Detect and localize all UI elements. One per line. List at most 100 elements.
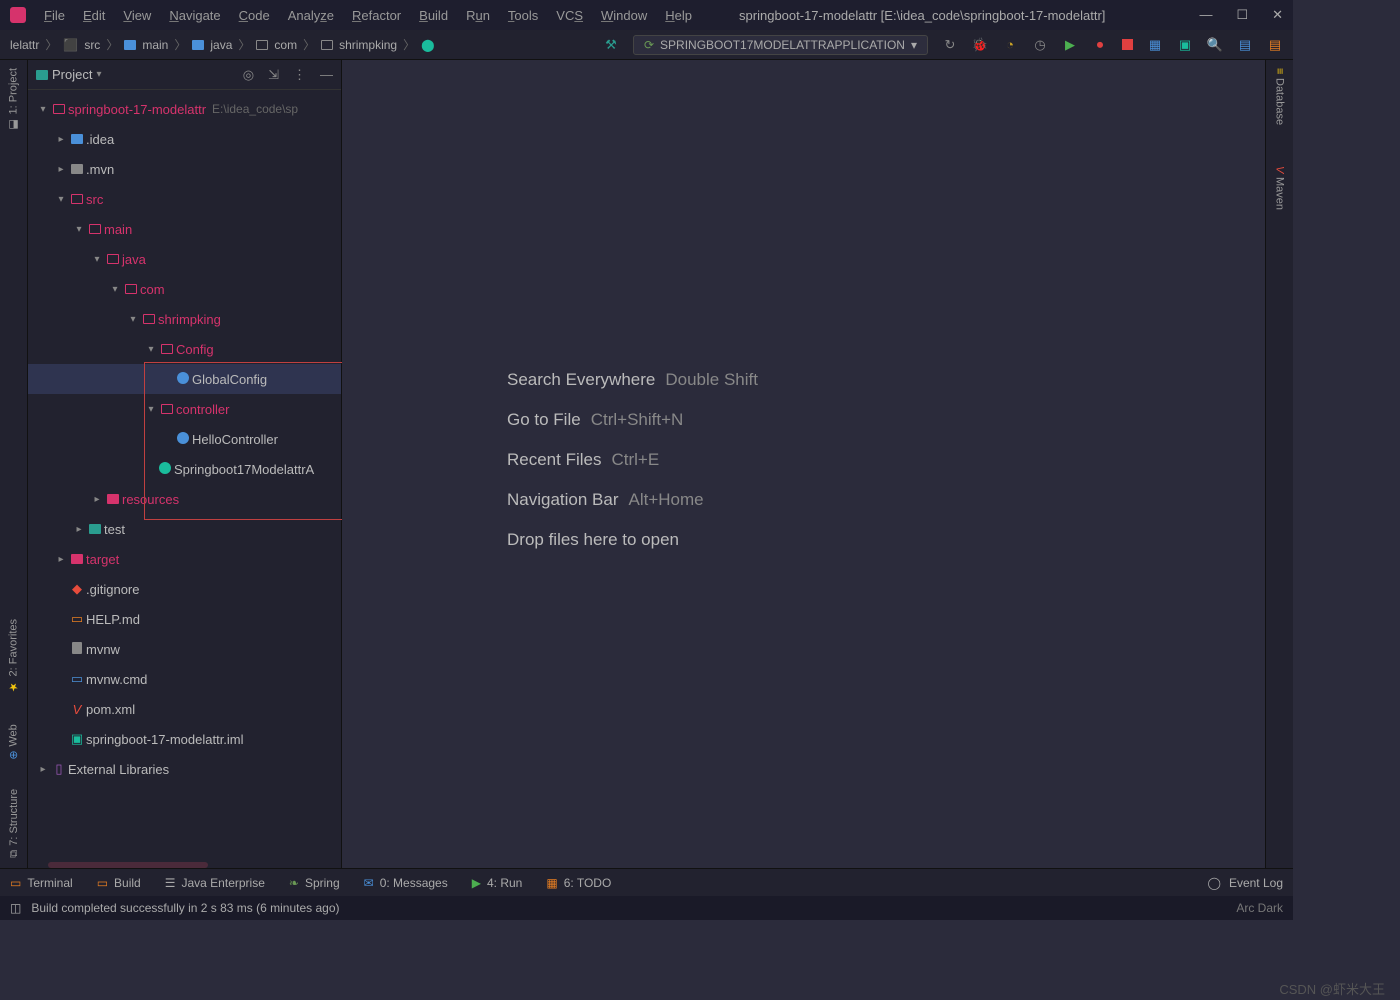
project-sidebar: Project ▾ ◎ ⇲ ⋮ — ▾ springboot-17-modela… [28,60,342,868]
attach-icon[interactable]: ⏺ [1092,37,1108,53]
settings-icon[interactable]: ⋮ [293,67,306,83]
search-icon[interactable]: 🔍 [1207,37,1223,53]
ext2-icon[interactable]: ▤ [1267,37,1283,53]
hint-recent: Recent FilesCtrl+E [507,450,758,470]
tab-build[interactable]: ▭Build [97,876,141,890]
bc-com[interactable]: com [274,38,297,52]
tree-iml[interactable]: ▣ springboot-17-modelattr.iml [28,724,341,754]
stop-icon[interactable] [1122,39,1133,50]
tree-shrimpking[interactable]: ▾ shrimpking [28,304,341,334]
run-configuration-selector[interactable]: ⟳ SPRINGBOOT17MODELATTRAPPLICATION ▾ [633,35,928,55]
status-text: Build completed successfully in 2 s 83 m… [31,901,339,915]
tab-java-enterprise[interactable]: ☰Java Enterprise [165,876,265,890]
event-log-icon[interactable]: ◯ [1208,876,1221,890]
theme-label: Arc Dark [1236,901,1283,915]
update-icon[interactable]: ▣ [1177,37,1193,53]
windows-icon[interactable]: ◫ [10,901,21,915]
run-icon[interactable]: ▶ [1062,37,1078,53]
grid-icon[interactable]: ▦ [1147,37,1163,53]
project-title: springboot-17-modelattr [E:\idea_code\sp… [739,8,1105,23]
bc-shrimpking[interactable]: shrimpking [339,38,397,52]
tab-terminal[interactable]: ▭Terminal [10,876,73,890]
tree-resources[interactable]: ▸ resources [28,484,341,514]
rerun-icon[interactable]: ↻ [942,37,958,53]
tab-spring[interactable]: ❧Spring [289,876,340,890]
menu-refactor[interactable]: Refactor [352,8,401,23]
bc-src[interactable]: src [84,38,100,52]
tab-project[interactable]: ◧1: Project [7,68,20,131]
tab-web[interactable]: ⊕Web [7,724,20,760]
watermark: CSDN @虾米大王 [1279,979,1385,998]
tree-com[interactable]: ▾ com [28,274,341,304]
hint-gotofile: Go to FileCtrl+Shift+N [507,410,758,430]
hide-icon[interactable]: — [320,67,333,83]
build-icon[interactable]: ⚒ [603,37,619,53]
tab-todo[interactable]: ▦6: TODO [546,876,611,890]
editor-hints: Search EverywhereDouble Shift Go to File… [507,370,758,570]
menu-analyze[interactable]: Analyze [288,8,334,23]
menu-navigate[interactable]: Navigate [169,8,220,23]
close-button[interactable]: ✕ [1272,7,1283,23]
minimize-button[interactable]: — [1199,7,1212,23]
tree-idea[interactable]: ▸ .idea [28,124,341,154]
bc-main[interactable]: main [142,38,168,52]
title-bar: File Edit View Navigate Code Analyze Ref… [0,0,1293,30]
menu-window[interactable]: Window [601,8,647,23]
sidebar-title[interactable]: Project ▾ [36,67,102,82]
tab-messages[interactable]: ✉0: Messages [364,876,448,890]
tab-favorites[interactable]: ★2: Favorites [7,619,20,693]
ext1-icon[interactable]: ▤ [1237,37,1253,53]
tree-mvn[interactable]: ▸ .mvn [28,154,341,184]
menu-tools[interactable]: Tools [508,8,538,23]
tree-test[interactable]: ▸ test [28,514,341,544]
tree-helpmd[interactable]: ▭ HELP.md [28,604,341,634]
collapse-icon[interactable]: ⇲ [268,67,279,83]
debug-icon[interactable]: 🐞 [972,37,988,53]
tree-root[interactable]: ▾ springboot-17-modelattr E:\idea_code\s… [28,94,341,124]
tab-run[interactable]: ▶4: Run [472,876,523,890]
breadcrumb: lelattr〉 ⬛src〉 main〉 java〉 com〉 shrimpki… [10,36,435,53]
hint-navbar: Navigation BarAlt+Home [507,490,758,510]
bc-root[interactable]: lelattr [10,38,39,52]
right-tool-gutter: ≡Database VMaven [1265,60,1293,868]
menu-vcs[interactable]: VCS [556,8,583,23]
tree-target[interactable]: ▸ target [28,544,341,574]
left-tool-gutter: ◧1: Project ★2: Favorites ⊕Web ⧉7: Struc… [0,60,28,868]
target-icon[interactable]: ◎ [243,67,254,83]
tab-maven[interactable]: VMaven [1274,166,1286,210]
main-menu: File Edit View Navigate Code Analyze Ref… [44,8,692,23]
editor-area: Search EverywhereDouble Shift Go to File… [342,60,1265,868]
tree-pomxml[interactable]: V pom.xml [28,694,341,724]
menu-edit[interactable]: Edit [83,8,105,23]
menu-view[interactable]: View [123,8,151,23]
project-tree: ▾ springboot-17-modelattr E:\idea_code\s… [28,90,341,788]
tree-app[interactable]: Springboot17ModelattrA [28,454,341,484]
tree-gitignore[interactable]: ◆ .gitignore [28,574,341,604]
scrollbar-horizontal[interactable] [48,862,208,868]
menu-help[interactable]: Help [665,8,692,23]
event-log-button[interactable]: Event Log [1229,876,1283,890]
tree-mvnwcmd[interactable]: ▭ mvnw.cmd [28,664,341,694]
menu-file[interactable]: File [44,8,65,23]
tree-src[interactable]: ▾ src [28,184,341,214]
chevron-down-icon: ▾ [96,69,101,80]
bottom-tool-tabs: ▭Terminal ▭Build ☰Java Enterprise ❧Sprin… [0,868,1293,896]
tree-java[interactable]: ▾ java [28,244,341,274]
menu-run[interactable]: Run [466,8,490,23]
tree-config[interactable]: ▾ Config [28,334,341,364]
menu-build[interactable]: Build [419,8,448,23]
profile-icon[interactable]: ◷ [1032,37,1048,53]
tab-database[interactable]: ≡Database [1274,68,1286,126]
menu-code[interactable]: Code [239,8,270,23]
tree-extlib[interactable]: ▸▯ External Libraries [28,754,341,784]
tree-mvnw[interactable]: mvnw [28,634,341,664]
tree-globalconfig[interactable]: GlobalConfig [28,364,341,394]
chevron-down-icon: ▾ [911,38,917,52]
coverage-icon[interactable]: ◔ [1002,37,1018,53]
tree-hellocontroller[interactable]: HelloController [28,424,341,454]
bc-java[interactable]: java [210,38,232,52]
maximize-button[interactable]: ☐ [1236,7,1248,23]
tree-controller[interactable]: ▾ controller [28,394,341,424]
tab-structure[interactable]: ⧉7: Structure [8,789,20,858]
tree-main[interactable]: ▾ main [28,214,341,244]
